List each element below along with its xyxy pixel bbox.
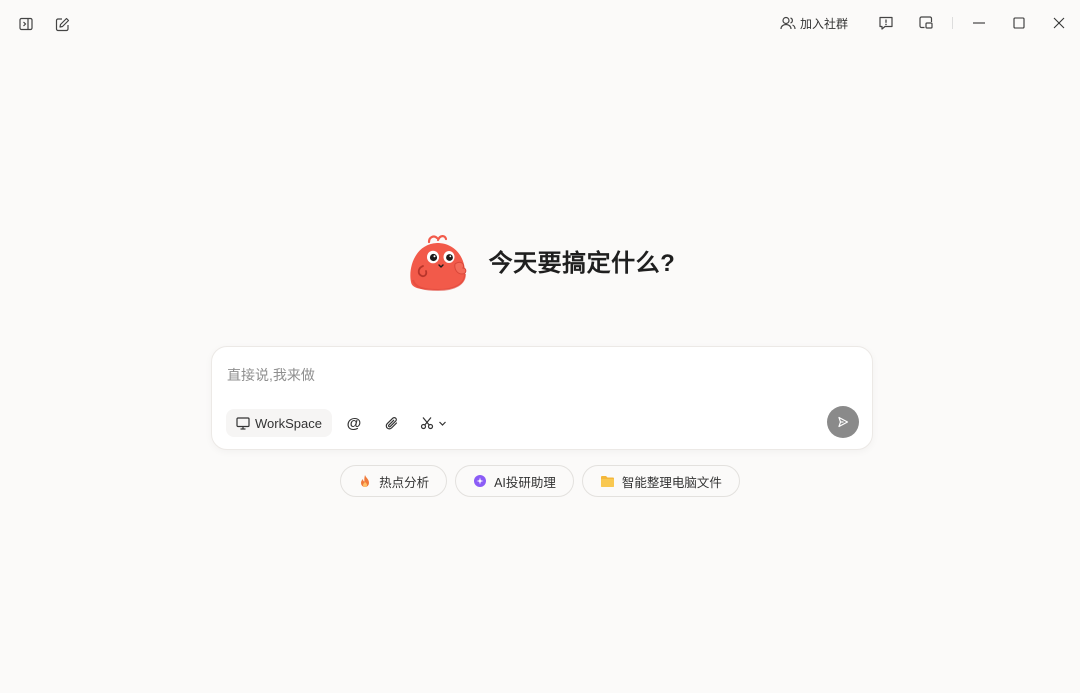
folder-icon: [600, 475, 614, 487]
feedback-icon: [879, 16, 893, 30]
monitor-icon: [236, 416, 250, 430]
mascot-logo: [409, 235, 467, 292]
new-chat-button[interactable]: [50, 12, 74, 36]
workspace-button[interactable]: WorkSpace: [226, 409, 332, 437]
mention-button[interactable]: @: [338, 409, 370, 437]
picture-in-picture-icon: [919, 16, 933, 29]
ai-sparkle-icon: [474, 475, 487, 487]
screenshot-button[interactable]: [414, 409, 454, 437]
close-icon: [1053, 17, 1065, 29]
title-bar-divider: [952, 17, 953, 29]
flame-icon: [361, 475, 370, 487]
title-bar: 加入社群: [0, 0, 1080, 46]
chevron-down-icon: [439, 421, 447, 426]
title-bar-left: [14, 12, 74, 36]
workspace-label: WorkSpace: [255, 415, 322, 431]
hero-title: 今天要搞定什么?: [488, 249, 676, 277]
scissors-icon: [421, 417, 434, 430]
suggestion-ai-research[interactable]: AI投研助理: [455, 465, 574, 497]
suggestion-label: 热点分析: [379, 475, 430, 490]
close-button[interactable]: [1039, 0, 1079, 46]
edit-icon: [55, 17, 69, 31]
sidebar-toggle-button[interactable]: [14, 12, 38, 36]
sidebar-toggle-icon: [19, 17, 33, 31]
suggestion-hot-topics[interactable]: 热点分析: [340, 465, 448, 497]
paperclip-icon: [386, 416, 398, 429]
suggestion-chips: 热点分析 AI投研助理 智能整理电脑文件: [0, 465, 1080, 497]
suggestion-label: AI投研助理: [494, 475, 556, 490]
join-community-label: 加入社群: [799, 16, 848, 31]
attach-file-button[interactable]: [376, 409, 408, 437]
send-button[interactable]: [827, 406, 859, 438]
suggestion-label: 智能整理电脑文件: [621, 475, 722, 490]
maximize-icon: [1013, 17, 1025, 29]
app-window: 加入社群 今天要搞定什么? 直接说,我来做 WorkSpace @ 热点分析 A…: [0, 0, 1080, 693]
minimize-icon: [973, 22, 985, 24]
minimize-button[interactable]: [959, 0, 999, 46]
feedback-button[interactable]: [866, 0, 906, 46]
welcome-hero: 今天要搞定什么?: [0, 228, 1080, 298]
title-bar-right: 加入社群: [780, 0, 1080, 46]
users-icon: [780, 16, 796, 30]
picture-in-picture-button[interactable]: [906, 0, 946, 46]
join-community-button[interactable]: 加入社群: [780, 15, 848, 32]
send-icon: [838, 416, 849, 428]
chat-composer: WorkSpace @: [211, 346, 873, 450]
at-icon: @: [346, 414, 362, 432]
composer-toolbar: WorkSpace @: [226, 409, 454, 437]
suggestion-organize-files[interactable]: 智能整理电脑文件: [581, 465, 740, 497]
maximize-button[interactable]: [999, 0, 1039, 46]
prompt-input[interactable]: [225, 363, 789, 387]
